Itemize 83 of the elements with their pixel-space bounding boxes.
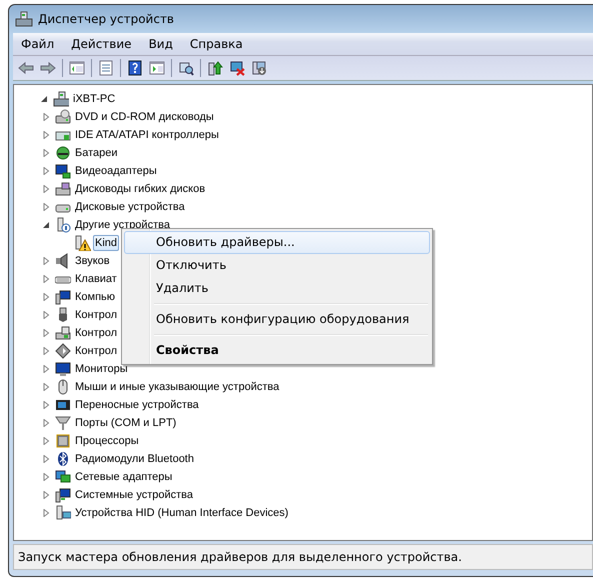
window-title: Диспетчер устройств: [38, 12, 174, 26]
tree-item[interactable]: Другие устройства: [73, 217, 172, 233]
collapsed-triangle-icon[interactable]: [42, 329, 50, 337]
help-icon[interactable]: [127, 60, 143, 76]
tree-item[interactable]: Батареи: [73, 145, 120, 161]
portable-device-icon: [55, 397, 71, 413]
collapsed-triangle-icon[interactable]: [42, 185, 50, 193]
menu-item[interactable]: Отключить: [124, 254, 430, 277]
computer-icon: [55, 289, 71, 305]
collapsed-triangle-icon[interactable]: [42, 203, 50, 211]
tree-item[interactable]: Контрол: [73, 307, 120, 323]
expanded-triangle-icon[interactable]: [40, 95, 48, 103]
device-down-arrow-icon[interactable]: [251, 60, 267, 76]
monitor-icon: [55, 361, 71, 377]
tree-item[interactable]: Компью: [73, 289, 118, 305]
monitor-magnifier-icon[interactable]: [178, 60, 194, 76]
collapsed-triangle-icon[interactable]: [42, 293, 50, 301]
port-icon: [55, 415, 71, 431]
tree-item[interactable]: Контрол: [73, 325, 120, 341]
expanded-triangle-icon[interactable]: [42, 221, 50, 229]
collapsed-triangle-icon[interactable]: [42, 347, 50, 355]
device-up-arrow-icon[interactable]: [207, 60, 223, 76]
computer-icon: [53, 91, 69, 107]
tree-item[interactable]: iXBT-PC: [71, 91, 118, 107]
menu-item[interactable]: Обновить конфигурацию оборудования: [124, 308, 430, 331]
forward-arrow-icon[interactable]: [40, 60, 56, 76]
optical-drive-icon: [55, 109, 71, 125]
floppy-drive-icon: [55, 181, 71, 197]
computer-icon: [55, 487, 71, 503]
menu-item[interactable]: Обновить драйверы...: [124, 231, 430, 254]
tree-item[interactable]: Дисководы гибких дисков: [73, 181, 208, 197]
bluetooth-icon: [55, 451, 71, 467]
tree-item[interactable]: Сетевые адаптеры: [73, 469, 174, 485]
collapsed-triangle-icon[interactable]: [42, 311, 50, 319]
menu-item[interactable]: Справка: [182, 37, 252, 51]
processor-icon: [55, 433, 71, 449]
tree-item[interactable]: Порты (COM и LPT): [73, 415, 178, 431]
tree-item[interactable]: Клавиат: [73, 271, 119, 287]
menu-item[interactable]: Файл: [13, 37, 64, 51]
collapsed-triangle-icon[interactable]: [42, 437, 50, 445]
tree-item[interactable]: Системные устройства: [73, 487, 196, 503]
collapsed-triangle-icon[interactable]: [42, 419, 50, 427]
tree-item[interactable]: Мониторы: [73, 361, 130, 377]
collapsed-triangle-icon[interactable]: [42, 365, 50, 373]
collapsed-triangle-icon[interactable]: [42, 275, 50, 283]
tree-item[interactable]: Звуков: [73, 253, 112, 269]
collapsed-triangle-icon[interactable]: [42, 131, 50, 139]
menu-item[interactable]: Действие: [63, 37, 141, 51]
collapsed-triangle-icon[interactable]: [42, 509, 50, 517]
tree-item[interactable]: Дисковые устройства: [73, 199, 187, 215]
tree-item[interactable]: DVD и CD-ROM дисководы: [73, 109, 216, 125]
battery-icon: [55, 145, 71, 161]
display-adapter-icon: [55, 163, 71, 179]
computer-icon: [15, 11, 33, 27]
collapsed-triangle-icon[interactable]: [42, 113, 50, 121]
tree-item[interactable]: Kind: [93, 235, 120, 251]
menu-item[interactable]: Свойства: [124, 339, 430, 362]
tree-item[interactable]: Мыши и иные указывающие устройства: [73, 379, 282, 395]
panel-icon[interactable]: [149, 60, 165, 76]
monitor-cross-icon[interactable]: [229, 60, 245, 76]
collapsed-triangle-icon[interactable]: [42, 167, 50, 175]
hid-device-icon: [55, 505, 71, 521]
collapsed-triangle-icon[interactable]: [42, 149, 50, 157]
collapsed-triangle-icon[interactable]: [42, 383, 50, 391]
tree-item[interactable]: Радиомодули Bluetooth: [73, 451, 196, 467]
menu-item[interactable]: Удалить: [124, 277, 430, 300]
collapsed-triangle-icon[interactable]: [42, 491, 50, 499]
panel-icon[interactable]: [69, 60, 85, 76]
status-text: Запуск мастера обновления драйверов для выделенного устройства.: [18, 550, 462, 564]
tree-item[interactable]: IDE ATA/ATAPI контроллеры: [73, 127, 221, 143]
network-adapter-icon: [55, 469, 71, 485]
tree-item[interactable]: Видеоадаптеры: [73, 163, 159, 179]
collapsed-triangle-icon[interactable]: [42, 473, 50, 481]
tree-item[interactable]: Устройства HID (Human Interface Devices): [73, 505, 290, 521]
tree-item[interactable]: Переносные устройства: [73, 397, 201, 413]
tree-item[interactable]: Контрол: [73, 343, 120, 359]
back-arrow-icon[interactable]: [18, 60, 34, 76]
menu-item[interactable]: Вид: [140, 37, 182, 51]
collapsed-triangle-icon[interactable]: [42, 401, 50, 409]
collapsed-triangle-icon[interactable]: [42, 257, 50, 265]
collapsed-triangle-icon[interactable]: [42, 455, 50, 463]
document-icon[interactable]: [98, 60, 114, 76]
tree-item[interactable]: Процессоры: [73, 433, 141, 449]
